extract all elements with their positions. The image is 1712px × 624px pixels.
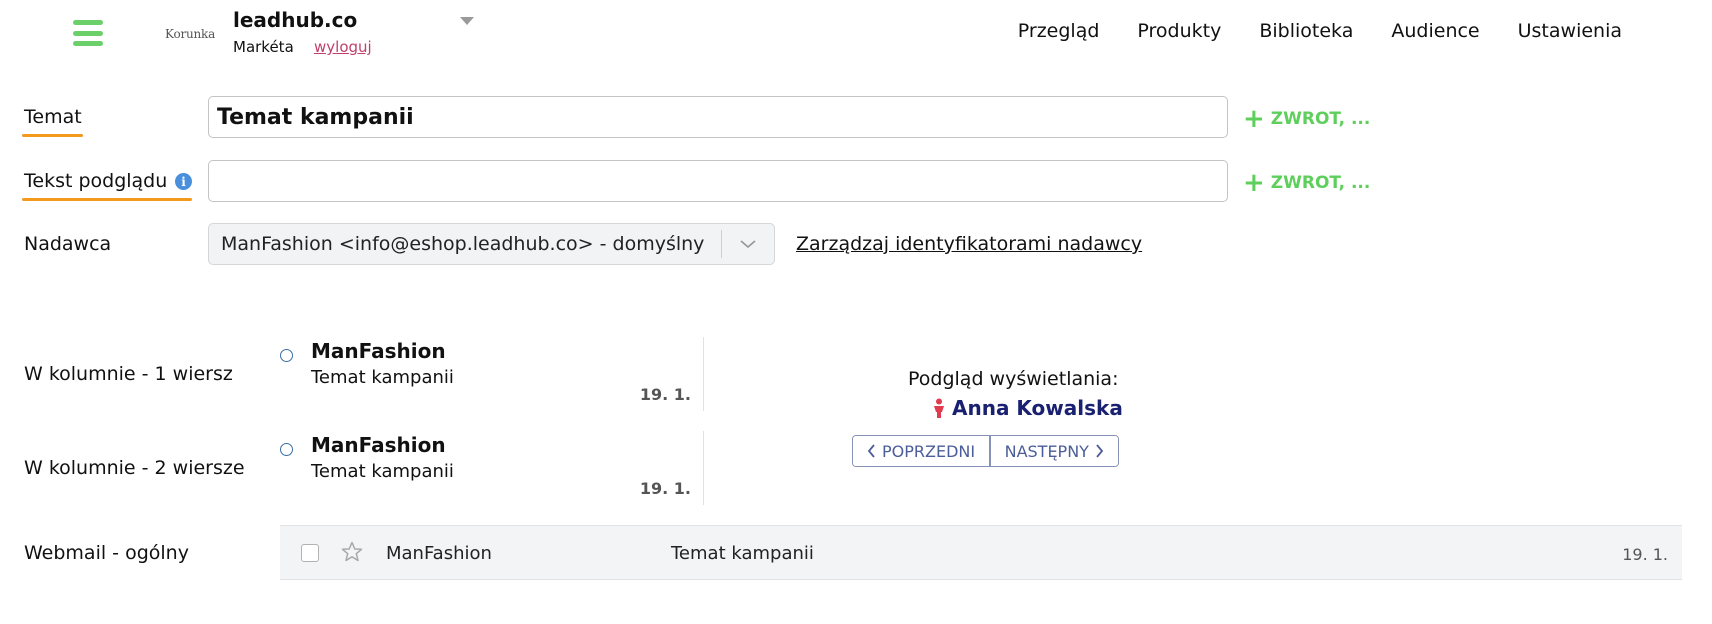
preview-subject: Temat kampanii	[311, 367, 454, 388]
sender-select-value: ManFashion <info@eshop.leadhub.co> - dom…	[221, 233, 705, 255]
contact-name: Anna Kowalska	[952, 396, 1123, 420]
top-navigation: Przegląd Produkty Biblioteka Audience Us…	[1018, 20, 1622, 42]
subject-underline	[22, 134, 83, 137]
preview-text-input[interactable]	[208, 160, 1228, 202]
previous-button[interactable]: POPRZEDNI	[853, 436, 990, 466]
star-icon[interactable]	[340, 540, 364, 564]
preview-sender: ManFashion	[311, 339, 446, 363]
add-variable-subject-button[interactable]: + ZWROT, ...	[1243, 106, 1370, 132]
account-name: leadhub.co	[233, 8, 358, 32]
preview-sender: ManFashion	[311, 433, 446, 457]
nav-products[interactable]: Produkty	[1137, 20, 1221, 42]
sender-label: Nadawca	[24, 233, 112, 255]
subject-label: Temat	[24, 106, 82, 128]
add-variable-label: ZWROT, ...	[1270, 109, 1371, 129]
mobile-preview-2-rows: ManFashion Temat kampanii 19. 1.	[278, 431, 704, 505]
next-button[interactable]: NASTĘPNY	[990, 436, 1118, 466]
nav-audience[interactable]: Audience	[1391, 20, 1479, 42]
person-icon	[934, 398, 944, 418]
nav-library[interactable]: Biblioteka	[1259, 20, 1353, 42]
column-1-row-label: W kolumnie - 1 wiersz	[24, 363, 233, 385]
user-name: Markéta	[233, 38, 294, 56]
logout-link[interactable]: wyloguj	[314, 38, 372, 56]
preview-date: 19. 1.	[639, 479, 691, 498]
sender-select[interactable]: ManFashion <info@eshop.leadhub.co> - dom…	[208, 223, 775, 265]
nav-settings[interactable]: Ustawienia	[1518, 20, 1622, 42]
webmail-label: Webmail - ogólny	[24, 542, 189, 564]
unread-dot-icon	[280, 349, 293, 362]
display-preview-label: Podgląd wyświetlania:	[908, 368, 1119, 390]
add-variable-label: ZWROT, ...	[1270, 173, 1371, 193]
nav-overview[interactable]: Przegląd	[1018, 20, 1100, 42]
chevron-right-icon	[1096, 444, 1104, 458]
plus-icon: +	[1243, 104, 1265, 134]
plus-icon: +	[1243, 168, 1265, 198]
chevron-left-icon	[867, 444, 875, 458]
info-icon[interactable]: i	[175, 173, 192, 190]
webmail-date: 19. 1.	[1622, 545, 1668, 564]
mobile-preview-1-row: ManFashion Temat kampanii 19. 1.	[278, 337, 704, 411]
checkbox[interactable]	[301, 544, 319, 562]
preview-text-underline	[22, 198, 192, 201]
preview-text-label: Tekst podglądu	[24, 170, 168, 192]
previous-label: POPRZEDNI	[882, 441, 976, 461]
contact-pager: POPRZEDNI NASTĘPNY	[852, 435, 1119, 467]
add-variable-preview-button[interactable]: + ZWROT, ...	[1243, 170, 1370, 196]
chevron-down-icon	[722, 238, 774, 250]
subject-input[interactable]	[208, 96, 1228, 138]
menu-icon[interactable]	[73, 20, 103, 46]
webmail-preview-row: ManFashion Temat kampanii 19. 1.	[280, 525, 1682, 580]
preview-date: 19. 1.	[639, 385, 691, 404]
account-dropdown-icon[interactable]	[460, 17, 474, 25]
brand-logo: Korunka	[165, 27, 216, 41]
webmail-subject: Temat kampanii	[671, 543, 814, 564]
manage-senders-link[interactable]: Zarządzaj identyfikatorami nadawcy	[796, 233, 1142, 255]
preview-subject: Temat kampanii	[311, 461, 454, 482]
next-label: NASTĘPNY	[1004, 441, 1089, 461]
column-2-rows-label: W kolumnie - 2 wiersze	[24, 457, 245, 479]
unread-dot-icon	[280, 443, 293, 456]
preview-contact: Anna Kowalska	[932, 396, 1123, 420]
webmail-sender: ManFashion	[386, 543, 492, 564]
